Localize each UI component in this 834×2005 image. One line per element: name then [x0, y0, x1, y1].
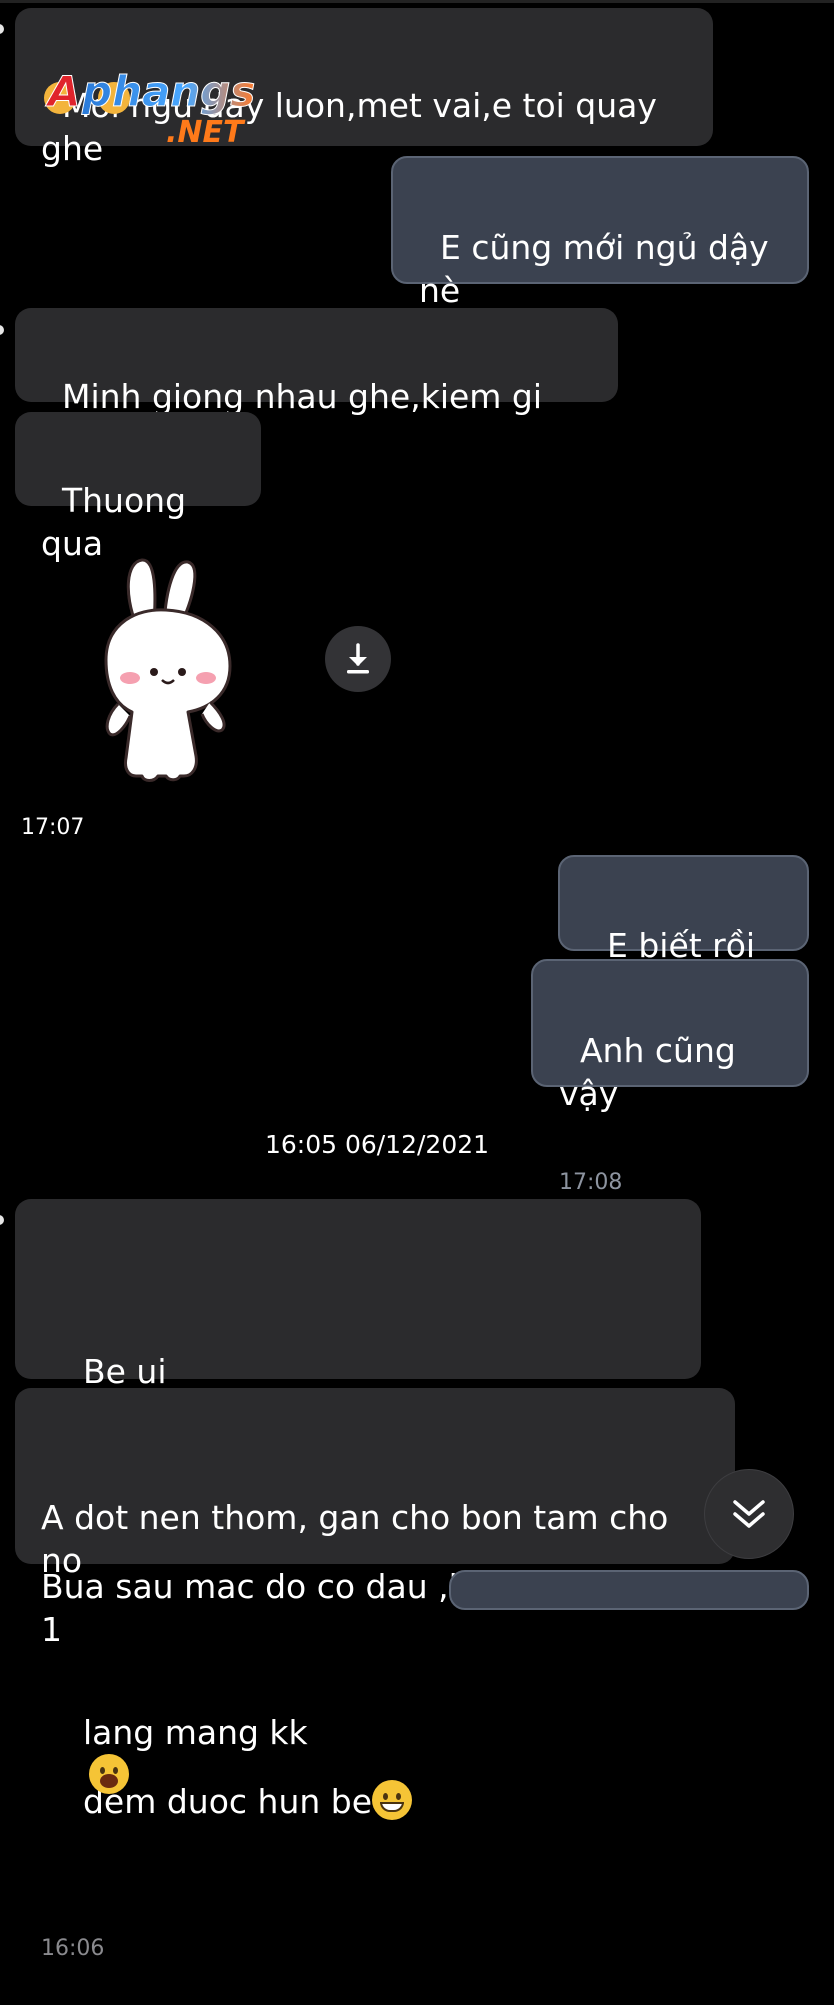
svg-text:phangs: phangs [81, 67, 255, 116]
download-button[interactable] [325, 626, 391, 692]
message-line: lang mang kk [41, 1668, 709, 1840]
scroll-to-bottom-button[interactable] [704, 1469, 794, 1559]
message-bubble-sent[interactable]: E biết rồi nè [558, 855, 809, 1008]
laughing-crying-face-icon [88, 1754, 129, 1794]
chevron-double-down-icon [733, 1500, 765, 1528]
date-separator: 16:05 06/12/2021 [264, 1130, 490, 1159]
download-icon [347, 643, 369, 674]
svg-text:.NET: .NET [166, 115, 246, 150]
message-text: Anh cũng vậy [559, 1031, 747, 1113]
message-bubble-sent[interactable]: E cũng mới ngủ dậy nè 17:05 [391, 156, 809, 392]
message-edge-marker [0, 325, 4, 335]
message-edge-marker [0, 24, 4, 34]
message-bubble-received[interactable]: A dot nen thom, gan cho bon tam cho no l… [15, 1388, 735, 1961]
sticker-timestamp: 17:07 [21, 815, 85, 840]
message-bubble-received[interactable]: Be ui Bua sau mac do co dau ,lam co dau … [15, 1199, 701, 1821]
svg-text:A: A [45, 67, 81, 116]
message-text: Thuong qua [41, 481, 197, 563]
message-edge-marker [0, 1215, 4, 1225]
aphangs-watermark-logo: A phangs .NET [44, 67, 256, 150]
white-bunny-sticker[interactable] [84, 554, 244, 790]
message-timestamp: 17:08 [559, 1170, 623, 1195]
message-text: E cũng mới ngủ dậy nè [419, 228, 780, 310]
message-text: lang mang kk [82, 1713, 308, 1752]
message-bubble-received[interactable]: Minh giong nhau ghe,kiem gi an di [15, 308, 618, 459]
message-bubble-sent-partial[interactable] [449, 1570, 809, 1610]
message-timestamp: 16:06 [41, 1936, 105, 1961]
message-bubble-received[interactable]: Thuong qua [15, 412, 261, 563]
message-text: Be ui [82, 1352, 167, 1391]
message-bubble-sent[interactable]: Anh cũng vậy 17:08 [531, 959, 809, 1195]
top-divider [0, 0, 834, 3]
